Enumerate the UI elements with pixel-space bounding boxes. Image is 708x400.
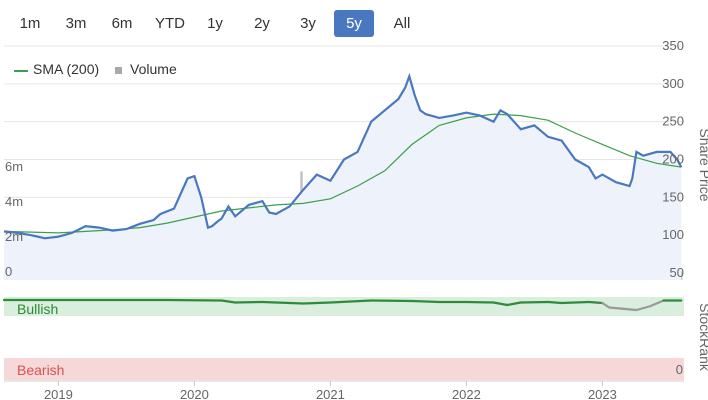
stockrank-segment [587,300,604,305]
stockrank-segment [621,307,638,312]
volume-tick-label: 6m [5,159,23,174]
stockrank-segment [608,306,624,310]
price-tick-label: 350 [662,38,684,53]
x-tick-label: 2023 [588,387,617,400]
price-axis-title: Share Price [697,128,708,201]
volume-tick-label: 0 [5,264,12,279]
x-tick-label: 2019 [44,387,73,400]
stockrank-segment [465,300,495,304]
bullish-band-label: Bullish [17,301,58,317]
price-tick-label: 300 [662,76,684,91]
x-tick-label: 2022 [452,387,481,400]
volume-tick-label: 2m [5,229,23,244]
price-tick-label: 150 [662,189,684,204]
price-tick-label: 200 [662,152,684,167]
price-chart: 50 100 150 200 250 300 350 0 2m 4m 6m 2019 2020 202… [2,38,708,400]
stockrank-segment [166,298,223,302]
x-tick-label: 2020 [180,387,209,400]
stockrank-segment [519,300,550,304]
bearish-band [4,358,684,380]
price-tick-label: 50 [670,265,684,280]
stockrank-bands [4,297,684,380]
bearish-band-label: Bearish [17,362,64,378]
x-axis-ticks: 2019 2020 2021 2022 2023 [44,381,617,400]
stockrank-segment [234,300,264,304]
price-area [4,76,682,280]
volume-tick-label: 4m [5,194,23,209]
stockrank-segment [560,300,590,305]
stockrank-segment [370,299,414,303]
price-tick-label: 100 [662,227,684,242]
stockrank-axis-title: StockRank [697,303,708,372]
stockrank-segment [546,300,563,305]
stockrank-segment [302,301,332,305]
x-tick-label: 2021 [316,387,345,400]
stockrank-segment [410,299,441,304]
stockrank-zero-tick: 0 [676,362,683,377]
stockrank-segment [261,300,305,305]
price-tick-label: 250 [662,114,684,129]
